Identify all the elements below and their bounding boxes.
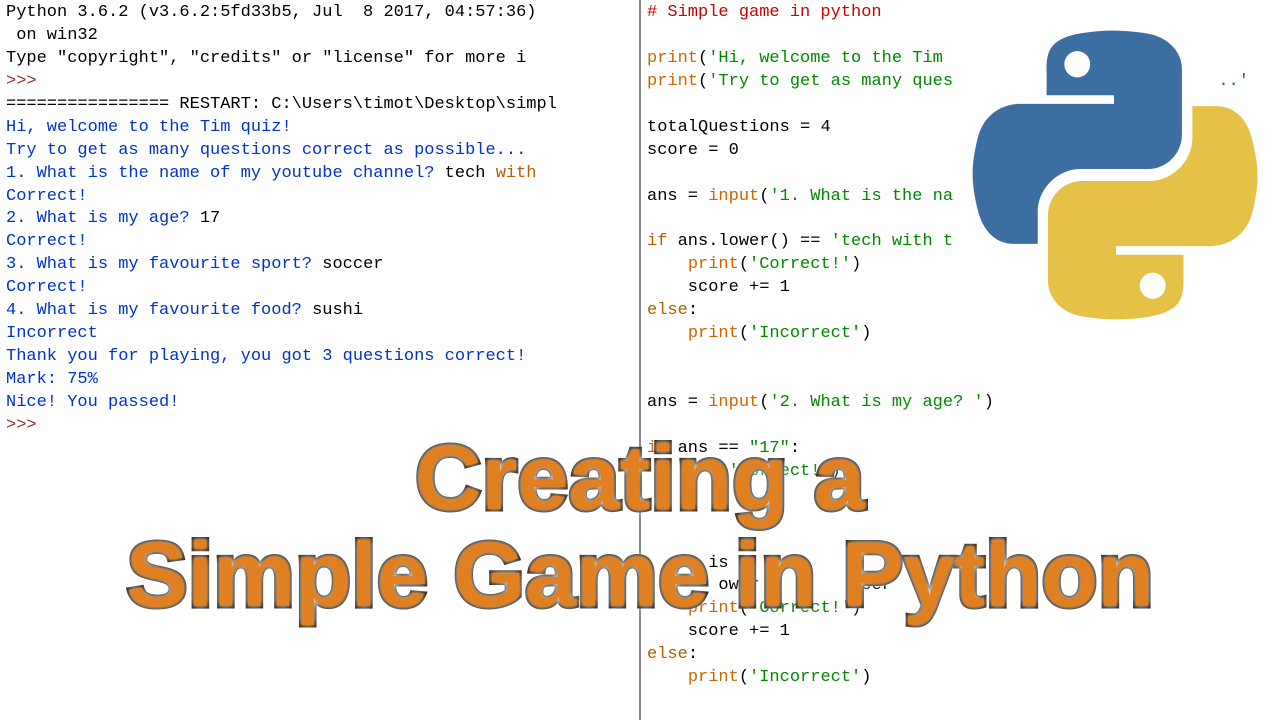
shell-header-3: Type "copyright", "credits" or "license"… bbox=[6, 49, 526, 68]
a1a: tech bbox=[445, 164, 496, 183]
passed: Nice! You passed! bbox=[6, 393, 179, 412]
comment: # Simple game in python bbox=[647, 3, 882, 22]
shell-header-2: on win32 bbox=[6, 26, 98, 45]
output-try: Try to get as many questions correct as … bbox=[6, 141, 526, 160]
shell-header-1: Python 3.6.2 (v3.6.2:5fd33b5, Jul 8 2017… bbox=[6, 3, 547, 22]
a1b: with bbox=[496, 164, 537, 183]
q1: 1. What is the name of my youtube channe… bbox=[6, 164, 445, 183]
q4: 4. What is my favourite food? bbox=[6, 301, 312, 320]
correct-2: Correct! bbox=[6, 232, 88, 251]
restart-line: ================ RESTART: C:\Users\timot… bbox=[6, 95, 557, 114]
a3: soccer bbox=[322, 255, 383, 274]
q2: 2. What is my age? bbox=[6, 209, 200, 228]
a2: 17 bbox=[200, 209, 220, 228]
a4: sushi bbox=[312, 301, 363, 320]
correct-3: Correct! bbox=[6, 278, 88, 297]
incorrect: Incorrect bbox=[6, 324, 98, 343]
python-logo-icon bbox=[970, 30, 1260, 320]
print-kw: print bbox=[647, 49, 698, 68]
q3: 3. What is my favourite sport? bbox=[6, 255, 322, 274]
correct-1: Correct! bbox=[6, 187, 88, 206]
output-welcome: Hi, welcome to the Tim quiz! bbox=[6, 118, 292, 137]
str: 'Hi, welcome to the Tim bbox=[708, 49, 943, 68]
shell-pane[interactable]: Python 3.6.2 (v3.6.2:5fd33b5, Jul 8 2017… bbox=[0, 0, 641, 720]
prompt: >>> bbox=[6, 72, 47, 91]
prompt-end: >>> bbox=[6, 416, 47, 435]
thanks: Thank you for playing, you got 3 questio… bbox=[6, 347, 526, 366]
mark: Mark: 75% bbox=[6, 370, 98, 389]
